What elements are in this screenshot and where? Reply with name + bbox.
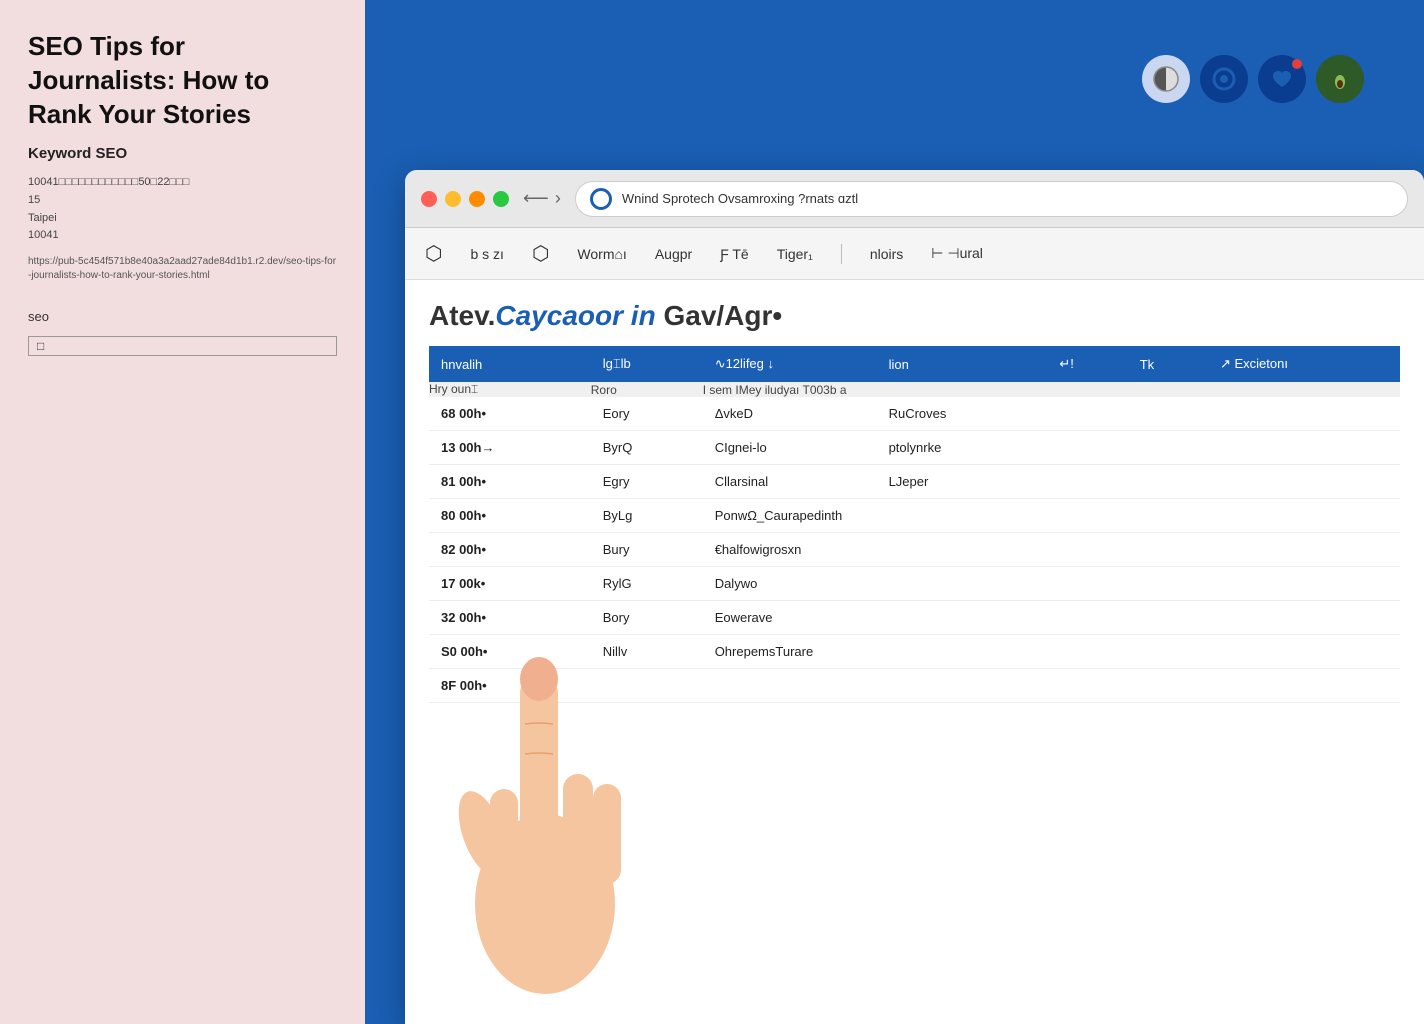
cell-col2: PonwΩ_Caurapedinth [703,499,1400,533]
cell-num: 13 00h→ [429,431,591,465]
nav-item-fte[interactable]: Ƒ Tē [720,246,749,262]
table-row: 82 00h• Bury €halfowigrosxn [429,533,1400,567]
icon-heart-red-dot[interactable] [1258,55,1306,103]
meta-line1: 10041□□□□□□□□□□□□50□22□□□ [28,176,189,188]
sidebar-meta: 10041□□□□□□□□□□□□50□22□□□ 15 Taipei 1004… [28,174,337,244]
nav-item-ural[interactable]: ⊢ ⊣ural [931,245,983,262]
meta-line3: Taipei [28,212,57,224]
nav-icon-cp[interactable]: ⬡ [425,241,442,266]
tag-label: seo [28,309,337,324]
cell-col1: Bory [591,601,703,635]
cell-num: 32 00h• [429,601,591,635]
table-row: 17 00k• RylG Dalywo [429,567,1400,601]
browser-navbar: ⬡ b s zı ⬡ Worm⌂ı Augpr Ƒ Tē Tiger₁ nloi… [405,228,1424,280]
traffic-green[interactable] [493,191,509,207]
table-row: 13 00h→ ByrQ CIgnei-lo ptolynrke [429,431,1400,465]
icon-circle-outline[interactable] [1200,55,1248,103]
cell-col2: Cllarsinal [703,465,877,499]
nav-item-wormd[interactable]: Worm⌂ı [577,246,626,262]
browser-window: ⟵ › Wnind Sprotech Ovsamroxing ?rnats ɑz… [405,170,1424,1024]
table-row: 32 00h• Bory Eowerave [429,601,1400,635]
top-icons-bar [1142,55,1364,103]
traffic-lights [421,191,509,207]
nav-item-tiger[interactable]: Tiger₁ [777,246,813,262]
table-row: S0 00h• Nillv OhrepemsTurare [429,635,1400,669]
nav-item-augpr[interactable]: Augpr [655,246,692,262]
cell-num: 81 00h• [429,465,591,499]
col-header-hnvalih: hnvalih [429,346,591,382]
icon-avocado[interactable] [1316,55,1364,103]
cell-col1: ByrQ [591,431,703,465]
table-row: 68 00h• Eory ΔvkeD RuCroves [429,397,1400,431]
address-circle-icon [590,188,612,210]
cell-col2: Dalywo [703,567,1400,601]
subheader-roro: Roro [591,382,703,397]
nav-buttons: ⟵ › [523,188,561,209]
article-url: https://pub-5c454f571b8e40a3a2aad27ade84… [28,255,337,283]
browser-content: Atev.Caycaoor in Gav/Agr• hnvalih lg⌶lb … [405,280,1424,723]
nav-separator [841,244,842,264]
nav-back-icon[interactable]: ⟵ [523,188,549,209]
table-row: 80 00h• ByLg PonwΩ_Caurapedinth [429,499,1400,533]
col-header-arrow: ↵! [1047,346,1127,382]
tag-box[interactable]: □ [28,336,337,356]
nav-item-bszi[interactable]: b s zı [470,246,503,262]
col-header-excietonl: ↗ Excietonı [1208,346,1400,382]
col-header-lglb: lg⌶lb [591,346,703,382]
cell-num: 17 00k• [429,567,591,601]
col-header-tk: Tk [1128,346,1208,382]
col-header-lion: lion [877,346,1048,382]
nav-icon-hexagon[interactable]: ⬡ [532,241,549,266]
page-heading-text: Atev.Caycaoor in Gav/Agr• [429,300,782,331]
cell-num: 82 00h• [429,533,591,567]
cell-col2: CIgnei-lo [703,431,877,465]
nav-forward-icon[interactable]: › [555,188,561,209]
cell-col2: OhrepemsTurare [703,635,1400,669]
cell-col3: ptolynrke [877,431,1048,465]
cell-col3: RuCroves [877,397,1048,431]
cell-col3: LJeper [877,465,1048,499]
cell-col1 [591,669,703,703]
sidebar: SEO Tips for Journalists: How to Rank Yo… [0,0,365,1024]
meta-line4: 10041 [28,229,59,241]
table-row: 81 00h• Egry Cllarsinal LJeper [429,465,1400,499]
cell-col2 [703,669,1400,703]
cell-num: S0 00h• [429,635,591,669]
subheader-detail: I sem IMey iludyaı T003b a [703,382,1400,397]
traffic-red[interactable] [421,191,437,207]
article-title: SEO Tips for Journalists: How to Rank Yo… [28,30,337,131]
page-heading: Atev.Caycaoor in Gav/Agr• [429,300,1400,332]
cell-col1: Eory [591,397,703,431]
traffic-orange[interactable] [469,191,485,207]
meta-line2: 15 [28,194,40,206]
browser-chrome: ⟵ › Wnind Sprotech Ovsamroxing ?rnats ɑz… [405,170,1424,228]
cell-num: 8F 00h• [429,669,591,703]
address-bar[interactable]: Wnind Sprotech Ovsamroxing ?rnats ɑztl [575,181,1408,217]
address-text: Wnind Sprotech Ovsamroxing ?rnats ɑztl [622,191,858,206]
data-table: hnvalih lg⌶lb ∿12lifeg ↓ lion ↵! Tk ↗ Ex… [429,346,1400,703]
col-header-12lifeg: ∿12lifeg ↓ [703,346,877,382]
cell-col1: Nillv [591,635,703,669]
main-area: ⟵ › Wnind Sprotech Ovsamroxing ?rnats ɑz… [365,0,1424,1024]
cell-num: 68 00h• [429,397,591,431]
cell-col2: €halfowigrosxn [703,533,1400,567]
cell-col2: ΔvkeD [703,397,877,431]
cell-col1: Egry [591,465,703,499]
traffic-yellow[interactable] [445,191,461,207]
cell-col2: Eowerave [703,601,1400,635]
cell-col1: Bury [591,533,703,567]
table-row: 8F 00h• [429,669,1400,703]
cell-col1: ByLg [591,499,703,533]
cell-col1: RylG [591,567,703,601]
subheader-hryoun: Hry oun⌶ [429,382,591,397]
cell-num: 80 00h• [429,499,591,533]
nav-item-nloirs[interactable]: nloirs [870,246,903,262]
article-category: Keyword SEO [28,145,337,162]
icon-half-circle[interactable] [1142,55,1190,103]
